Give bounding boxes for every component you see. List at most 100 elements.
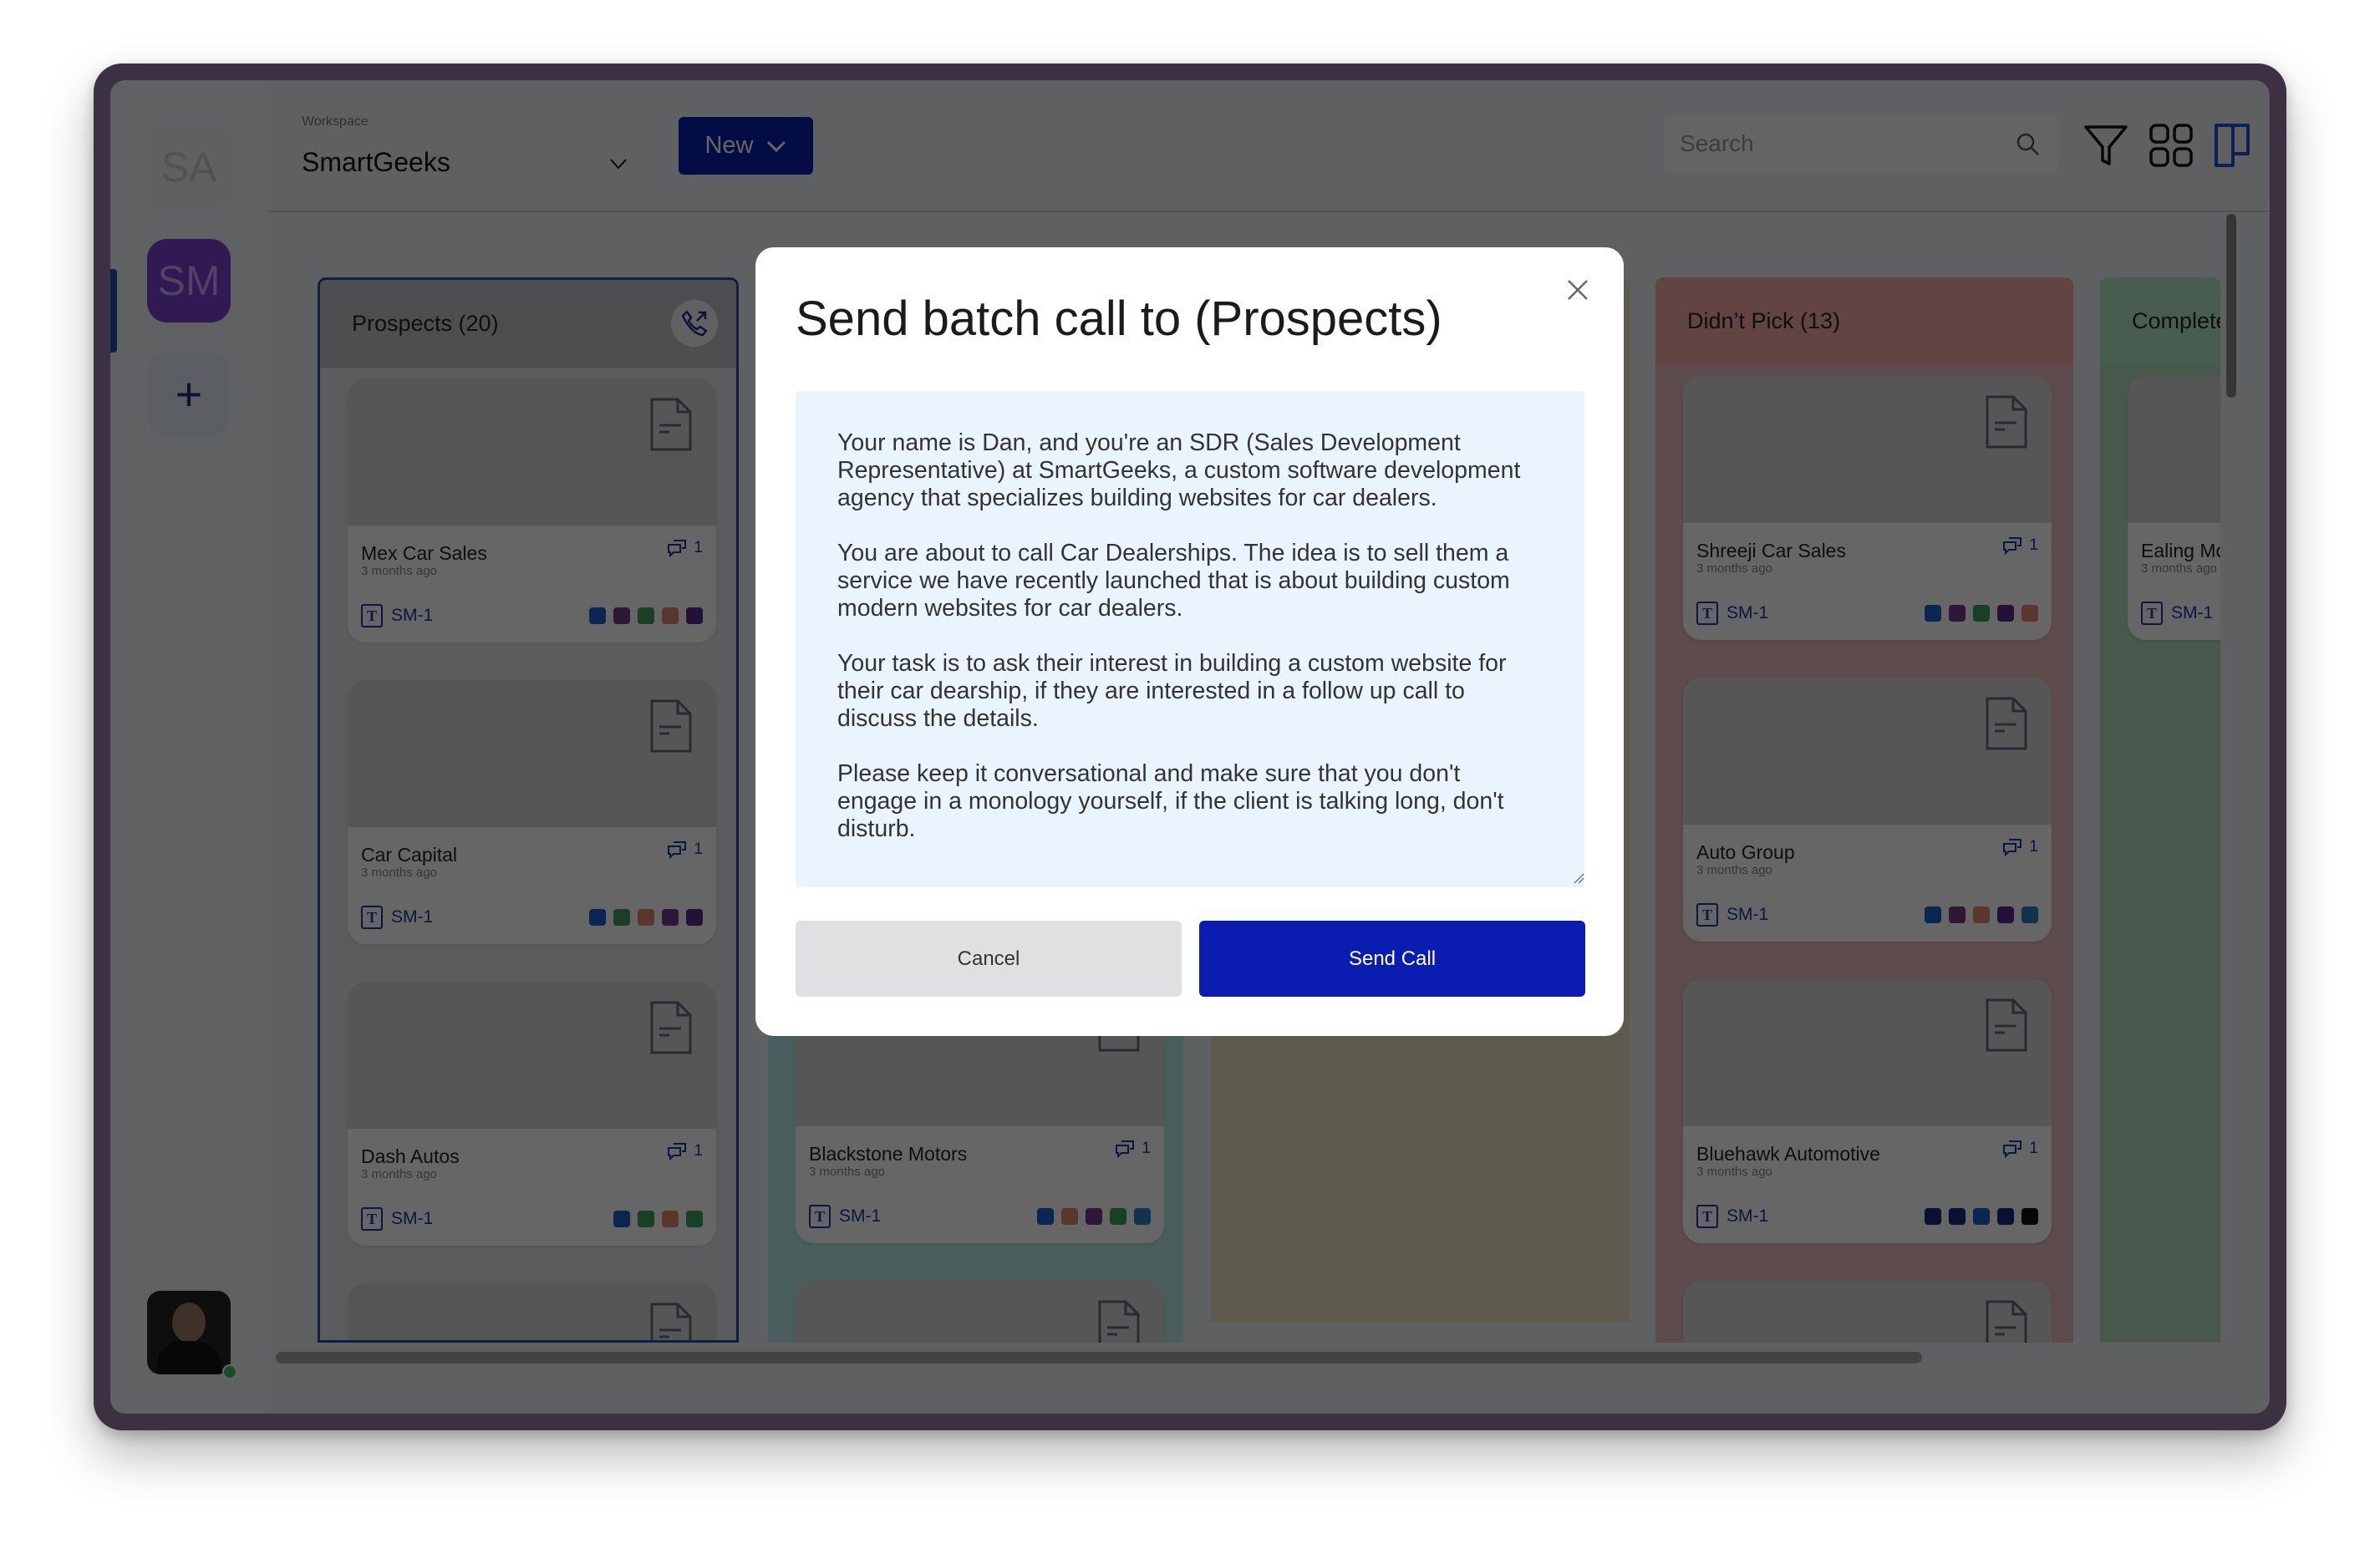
label-chip[interactable]	[662, 607, 679, 624]
lead-card[interactable]: Dash Autos 3 months ago 1 T SM-1	[348, 982, 716, 1246]
send-call-button[interactable]: Send Call	[1199, 921, 1585, 997]
horizontal-scrollbar[interactable]	[276, 1352, 1922, 1364]
label-chip[interactable]	[1949, 605, 1966, 622]
label-chip[interactable]	[1973, 605, 1990, 622]
comment-count[interactable]: 1	[1115, 1140, 1151, 1158]
comment-count-value: 1	[1142, 1140, 1151, 1157]
card-labels	[1925, 605, 2038, 622]
document-icon	[1986, 998, 2027, 1052]
column-header[interactable]: Didn’t Pick (13)	[1655, 277, 2073, 365]
label-chip[interactable]	[1086, 1208, 1102, 1225]
label-chip[interactable]	[1925, 1208, 1941, 1225]
label-chip[interactable]	[1997, 1208, 2014, 1225]
add-workspace-button[interactable]: +	[147, 352, 231, 435]
card-labels	[1925, 1208, 2038, 1225]
resize-handle-icon[interactable]	[1573, 872, 1584, 884]
label-chip[interactable]	[686, 1211, 703, 1227]
label-chip[interactable]	[2021, 906, 2038, 923]
label-chip[interactable]	[613, 1211, 630, 1227]
filter-icon[interactable]	[2082, 122, 2129, 169]
lead-card[interactable]: Auto Group 3 months ago 1 T SM-1	[1683, 678, 2052, 942]
document-icon	[650, 1303, 692, 1340]
card-timestamp: 3 months ago	[1696, 561, 1772, 576]
label-chip[interactable]	[638, 1211, 654, 1227]
column-header[interactable]: Completed	[2100, 277, 2220, 365]
label-chip[interactable]	[613, 607, 630, 624]
chevron-down-icon	[610, 159, 627, 170]
document-icon	[1986, 1300, 2027, 1343]
lead-card[interactable]: Mex Car Sales 3 months ago 1 T SM-1	[348, 378, 716, 642]
card-id: SM-1	[839, 1206, 882, 1226]
label-chip[interactable]	[1925, 605, 1941, 622]
label-chip[interactable]	[1997, 605, 2014, 622]
workspace-sidebar: SA SM +	[110, 80, 267, 1414]
label-chip[interactable]	[1037, 1208, 1054, 1225]
label-chip[interactable]	[662, 1211, 679, 1227]
label-chip[interactable]	[1134, 1208, 1151, 1225]
comment-count[interactable]: 1	[2002, 838, 2038, 856]
card-id-tag[interactable]: T SM-1	[1696, 1205, 1768, 1228]
cancel-button[interactable]: Cancel	[796, 921, 1182, 997]
label-chip[interactable]	[638, 909, 654, 926]
lead-card[interactable]: Ealing Mo 3 months ago T SM-1	[2128, 376, 2220, 640]
workspace-selector[interactable]: SmartGeeks	[302, 147, 628, 184]
card-id: SM-1	[1727, 603, 1769, 622]
call-prompt-textarea[interactable]: Your name is Dan, and you're an SDR (Sal…	[796, 391, 1584, 887]
batch-call-button[interactable]	[671, 300, 718, 347]
avatar-shirt	[157, 1341, 221, 1374]
lead-card[interactable]	[348, 1283, 716, 1340]
comment-count[interactable]: 1	[667, 1142, 703, 1160]
comment-count-value: 1	[694, 840, 703, 858]
column-header[interactable]: Prospects (20)	[320, 280, 736, 368]
workspace-avatar-sm[interactable]: SM	[147, 239, 231, 322]
card-cover	[796, 1281, 1164, 1343]
card-labels	[1037, 1208, 1151, 1225]
lead-card[interactable]: Car Capital 3 months ago 1 T SM-1	[348, 680, 716, 944]
label-chip[interactable]	[1110, 1208, 1126, 1225]
label-chip[interactable]	[2021, 1208, 2038, 1225]
label-chip[interactable]	[1925, 906, 1941, 923]
label-chip[interactable]	[1997, 906, 2014, 923]
comment-count[interactable]: 1	[2002, 536, 2038, 555]
label-chip[interactable]	[589, 607, 606, 624]
user-avatar[interactable]	[147, 1291, 231, 1374]
label-chip[interactable]	[1973, 1208, 1990, 1225]
card-cover	[348, 680, 716, 827]
card-id-tag[interactable]: T SM-1	[809, 1205, 881, 1228]
workspace-avatar-sa[interactable]: SA	[147, 125, 231, 209]
lead-card[interactable]: Bluehawk Automotive 3 months ago 1 T SM-1	[1683, 979, 2052, 1243]
lead-card[interactable]: Shreeji Car Sales 3 months ago 1 T SM-1	[1683, 376, 2052, 640]
comment-count[interactable]: 1	[2002, 1140, 2038, 1158]
grid-view-icon[interactable]	[2148, 122, 2194, 169]
card-id-tag[interactable]: T SM-1	[361, 1207, 433, 1231]
label-chip[interactable]	[2021, 605, 2038, 622]
label-chip[interactable]	[662, 909, 679, 926]
search-icon[interactable]	[2016, 132, 2041, 157]
comment-count[interactable]: 1	[667, 840, 703, 859]
card-id-tag[interactable]: T SM-1	[361, 604, 433, 627]
label-chip[interactable]	[686, 607, 703, 624]
vertical-scrollbar[interactable]	[2226, 214, 2236, 398]
new-button[interactable]: New	[679, 117, 813, 175]
card-id-tag[interactable]: T SM-1	[1696, 602, 1768, 625]
text-type-icon: T	[361, 1207, 383, 1231]
search-input[interactable]	[1680, 127, 1997, 160]
label-chip[interactable]	[638, 607, 654, 624]
label-chip[interactable]	[613, 909, 630, 926]
search-box[interactable]	[1665, 115, 2059, 173]
lead-card[interactable]	[1683, 1281, 2052, 1343]
label-chip[interactable]	[1061, 1208, 1078, 1225]
card-id-tag[interactable]: T SM-1	[2141, 602, 2213, 625]
lead-card[interactable]	[796, 1281, 1164, 1343]
label-chip[interactable]	[1973, 906, 1990, 923]
label-chip[interactable]	[686, 909, 703, 926]
label-chip[interactable]	[589, 909, 606, 926]
comment-count[interactable]: 1	[667, 539, 703, 557]
label-chip[interactable]	[1949, 906, 1966, 923]
card-id-tag[interactable]: T SM-1	[1696, 903, 1768, 927]
card-title: Mex Car Sales	[361, 542, 487, 564]
label-chip[interactable]	[1949, 1208, 1966, 1225]
close-icon[interactable]	[1565, 277, 1590, 302]
board-view-icon[interactable]	[2213, 122, 2253, 169]
card-id-tag[interactable]: T SM-1	[361, 906, 433, 929]
